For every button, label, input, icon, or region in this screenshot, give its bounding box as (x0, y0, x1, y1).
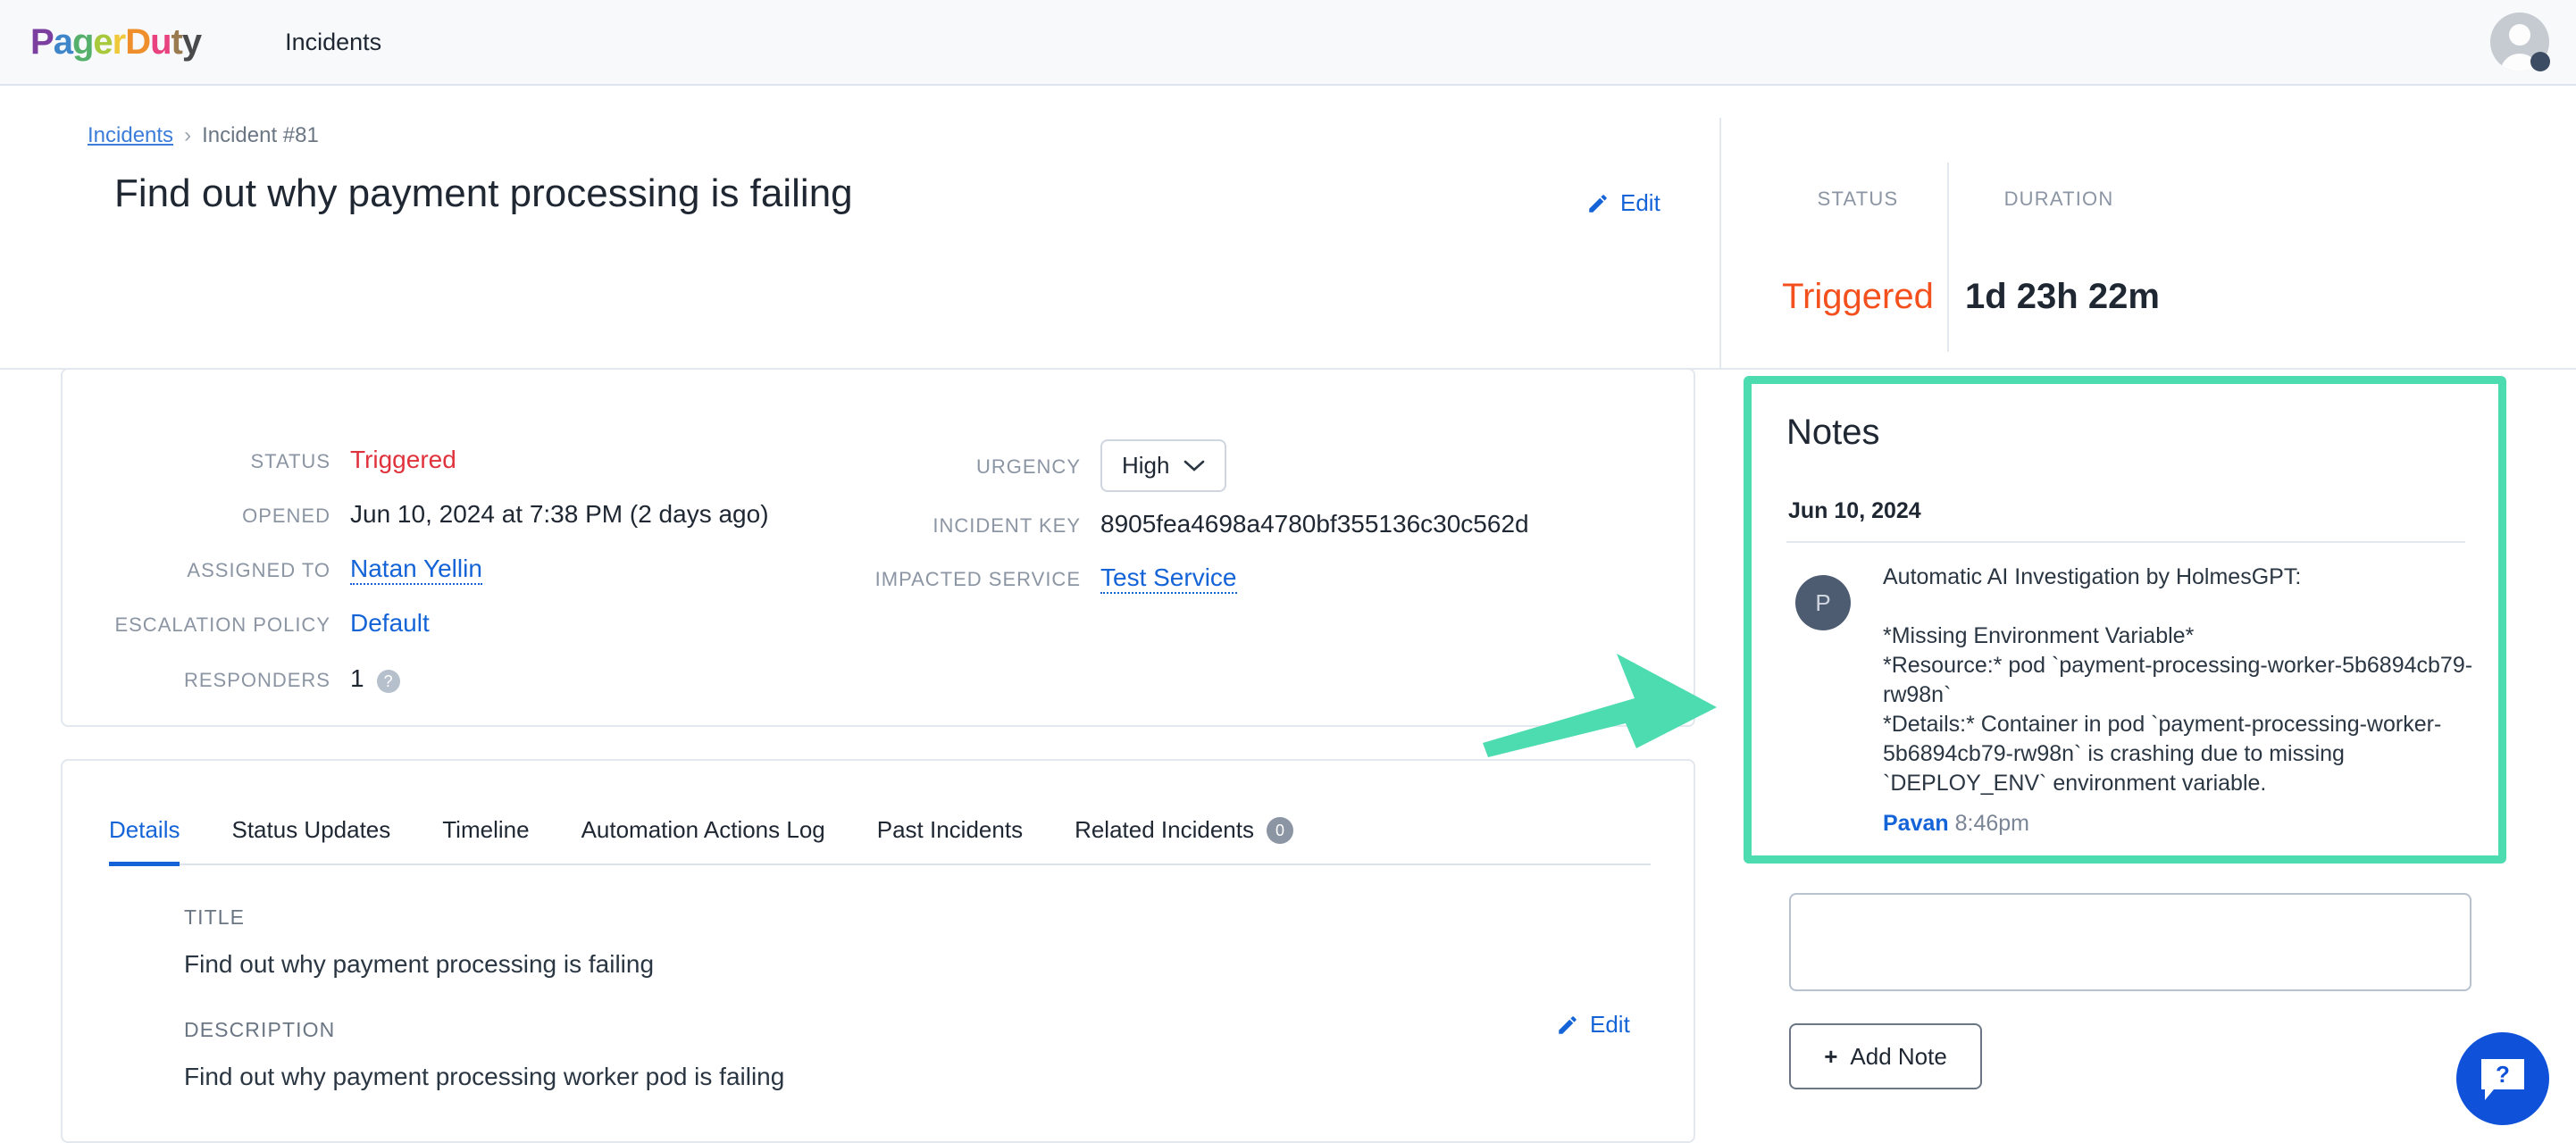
field-impacted-service-label: IMPACTED SERVICE (874, 568, 1081, 590)
breadcrumb-current: Incident #81 (202, 123, 319, 147)
tab-status-updates[interactable]: Status Updates (231, 816, 390, 864)
tab-label: Details (109, 816, 180, 843)
note-author-name[interactable]: Pavan (1883, 811, 1949, 836)
note-timestamp: 8:46pm (1954, 811, 2030, 836)
avatar-head-shape (2509, 24, 2530, 46)
field-status-value: Triggered (350, 446, 456, 473)
tab-label: Status Updates (231, 816, 391, 843)
field-escalation-label: ESCALATION POLICY (114, 613, 330, 636)
urgency-dropdown[interactable]: High (1100, 439, 1227, 492)
svg-text:?: ? (2496, 1061, 2510, 1088)
help-chat-button[interactable]: ? (2456, 1032, 2549, 1125)
status-badge: Triggered (1782, 277, 1934, 316)
header-duration-label: DURATION (2003, 188, 2114, 210)
note-heading-line: Automatic AI Investigation by HolmesGPT: (1883, 564, 2302, 589)
field-impacted-service: IMPACTED SERVICE Test Service (849, 563, 1237, 594)
note-author-avatar: P (1795, 575, 1851, 630)
header-duration-block: DURATION 1d 23h 22m (1965, 188, 2160, 317)
field-assigned-to: ASSIGNED TO Natan Yellin (63, 555, 482, 585)
chevron-down-icon (1184, 460, 1205, 471)
header-divider-left (1719, 118, 1721, 370)
header-status-block: STATUS Triggered (1777, 188, 1938, 317)
logo-letter-7: t (171, 22, 183, 62)
assigned-user-link[interactable]: Natan Yellin (350, 555, 482, 585)
nav-item-incidents[interactable]: Incidents (285, 29, 381, 56)
escalation-policy-link[interactable]: Default (350, 609, 430, 638)
edit-description-label: Edit (1590, 1011, 1630, 1038)
plus-icon: + (1824, 1042, 1838, 1070)
note-content: Automatic AI Investigation by HolmesGPT:… (1883, 563, 2508, 798)
question-chat-icon: ? (2481, 1059, 2524, 1100)
field-escalation-policy: ESCALATION POLICY Default (63, 609, 430, 638)
field-responders-label: RESPONDERS (183, 669, 330, 691)
logo-letter-1: a (53, 22, 73, 62)
avatar[interactable] (2490, 13, 2550, 71)
tab-bar: Details Status Updates Timeline Automation … (109, 816, 1651, 866)
avatar-status-dot (2530, 52, 2550, 71)
top-navigation-bar: PagerDuty Incidents (0, 0, 2576, 86)
breadcrumb-separator: › (184, 123, 192, 147)
title-field-label: TITLE (184, 905, 246, 929)
logo-letter-3: e (93, 22, 113, 62)
new-note-input[interactable] (1789, 893, 2471, 991)
page-title: Find out why payment processing is faili… (114, 171, 853, 215)
field-incident-key-value: 8905fea4698a4780bf355136c30c562d (1100, 510, 1529, 538)
logo-letter-0: P (30, 22, 54, 62)
field-status-label: STATUS (250, 450, 330, 472)
note-meta: Pavan 8:46pm (1883, 811, 2029, 837)
tab-timeline[interactable]: Timeline (442, 816, 529, 864)
field-urgency-label: URGENCY (975, 455, 1081, 478)
incident-details-card: STATUS Triggered OPENED Jun 10, 2024 at … (61, 368, 1695, 727)
pencil-icon (1589, 194, 1607, 213)
add-note-label: Add Note (1850, 1042, 1947, 1070)
notes-divider (1786, 541, 2465, 543)
pencil-icon (1559, 1015, 1577, 1034)
field-opened-value: Jun 10, 2024 at 7:38 PM (2 days ago) (350, 500, 769, 528)
tab-count-badge: 0 (1266, 816, 1293, 844)
header-status-label: STATUS (1817, 188, 1899, 210)
responders-help-icon[interactable]: ? (376, 670, 400, 693)
tab-label: Timeline (442, 816, 530, 843)
urgency-selected-value: High (1122, 452, 1170, 479)
add-note-button[interactable]: + Add Note (1789, 1023, 1982, 1089)
tab-past-incidents[interactable]: Past Incidents (877, 816, 1023, 864)
tab-label: Related Incidents (1075, 816, 1254, 843)
tab-label: Automation Actions Log (581, 816, 825, 843)
field-status: STATUS Triggered (63, 446, 456, 474)
field-responders: RESPONDERS 1 ? (63, 664, 400, 693)
tab-label: Past Incidents (876, 816, 1024, 843)
edit-description-button[interactable]: Edit (1556, 1011, 1630, 1039)
tab-related-incidents[interactable]: Related Incidents 0 (1075, 816, 1293, 864)
edit-incident-label: Edit (1620, 189, 1660, 216)
field-opened: OPENED Jun 10, 2024 at 7:38 PM (2 days a… (63, 500, 769, 529)
field-opened-label: OPENED (242, 505, 330, 527)
description-field-value: Find out why payment processing worker p… (184, 1063, 785, 1090)
breadcrumb: Incidents › Incident #81 (88, 123, 319, 148)
title-field-value: Find out why payment processing is faili… (184, 950, 655, 978)
note-body-text: *Missing Environment Variable* *Resource… (1883, 623, 2473, 796)
logo-letter-5: D (125, 22, 151, 62)
logo-letter-6: u (150, 22, 171, 62)
logo-letter-8: y (181, 22, 202, 62)
edit-incident-button[interactable]: Edit (1586, 189, 1660, 217)
notes-heading: Notes (1786, 413, 1880, 452)
pagerduty-logo[interactable]: PagerDuty (30, 22, 202, 62)
tab-automation-actions-log[interactable]: Automation Actions Log (581, 816, 825, 864)
field-responders-value: 1 (350, 664, 364, 692)
notes-date-group-label: Jun 10, 2024 (1788, 498, 1921, 523)
field-assigned-label: ASSIGNED TO (187, 559, 330, 581)
impacted-service-link[interactable]: Test Service (1100, 563, 1237, 594)
header-divider-middle (1947, 163, 1949, 352)
incident-tabs-card: Details Status Updates Timeline Automation … (61, 759, 1695, 1143)
breadcrumb-incidents-link[interactable]: Incidents (88, 123, 173, 147)
header-duration-value: 1d 23h 22m (1965, 277, 2160, 316)
description-field-label: DESCRIPTION (184, 1018, 336, 1041)
field-incident-key-label: INCIDENT KEY (933, 514, 1081, 537)
incident-header-band (0, 88, 2576, 370)
field-incident-key: INCIDENT KEY 8905fea4698a4780bf355136c30… (849, 510, 1529, 538)
tab-details[interactable]: Details (109, 816, 180, 866)
field-urgency: URGENCY High (849, 439, 1227, 492)
logo-letter-4: r (112, 22, 127, 62)
logo-letter-2: g (71, 22, 94, 62)
